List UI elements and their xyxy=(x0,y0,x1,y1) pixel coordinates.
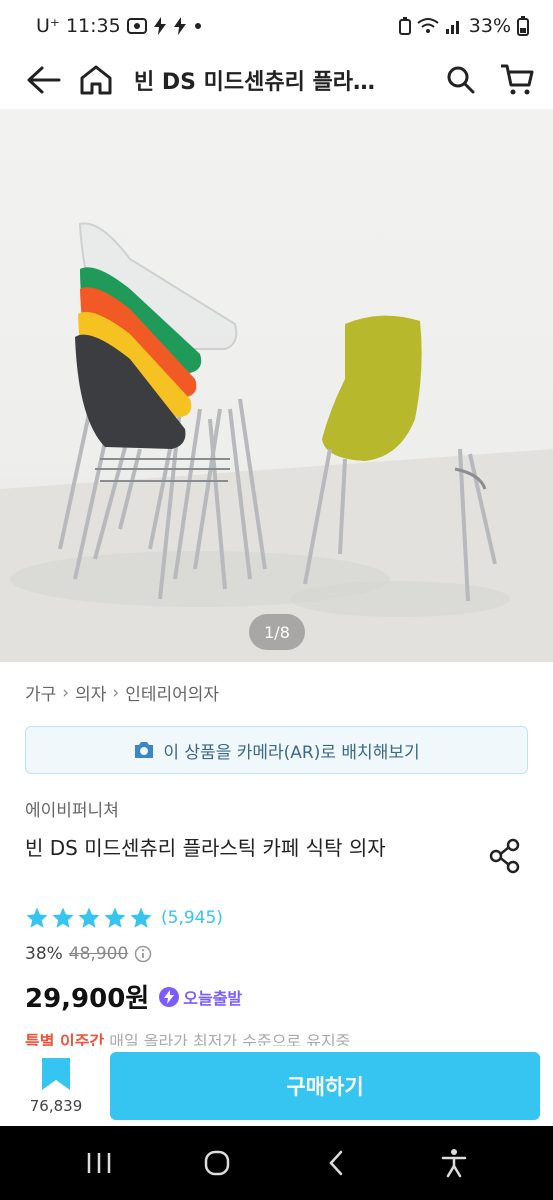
buy-button[interactable]: 구매하기 xyxy=(110,1052,540,1120)
cart-button[interactable] xyxy=(495,58,539,102)
camera-icon xyxy=(135,742,154,758)
status-bar: U⁺ 11:35 33% xyxy=(0,0,553,52)
sale-price: 29,900원 xyxy=(25,984,150,1014)
chevron-right-icon: › xyxy=(62,682,70,703)
bolt-notification-icon-2 xyxy=(173,17,187,35)
signal-icon xyxy=(445,17,463,35)
bookmark-button[interactable]: 76,839 xyxy=(24,1057,88,1115)
star-icon xyxy=(26,907,48,928)
rating[interactable]: (5,945) xyxy=(25,906,223,930)
bookmark-icon xyxy=(42,1058,70,1090)
discount-rate: 38% xyxy=(25,944,63,964)
accessibility-button[interactable] xyxy=(424,1133,484,1193)
chevron-right-icon: › xyxy=(112,682,120,703)
back-chevron-icon xyxy=(328,1150,342,1176)
back-nav-button[interactable] xyxy=(306,1133,366,1193)
star-icon xyxy=(130,907,152,928)
review-count[interactable]: (5,945) xyxy=(161,908,223,928)
brand-name[interactable]: 에이비퍼니쳐 xyxy=(25,796,119,821)
share-icon xyxy=(489,838,520,874)
search-icon xyxy=(447,66,475,94)
star-icon xyxy=(78,907,100,928)
bottom-action-bar: 76,839 구매하기 xyxy=(0,1046,553,1126)
back-button[interactable] xyxy=(22,58,66,102)
price-discount-row: 38% 48,900 xyxy=(25,944,152,964)
bookmark-count: 76,839 xyxy=(29,1097,83,1115)
battery-percent: 33% xyxy=(468,15,511,37)
wifi-icon xyxy=(417,17,439,35)
cart-icon xyxy=(501,64,534,95)
promo-banner[interactable]: 특별 이주간 매일 올라가 최저가 수준으로 유지중 xyxy=(25,1028,530,1046)
accessibility-icon xyxy=(441,1149,467,1178)
image-page-indicator: 1/8 xyxy=(249,614,305,650)
info-icon xyxy=(135,945,152,963)
star-icon xyxy=(104,907,126,928)
product-title: 빈 DS 미드센츄리 플라스틱 카페 식탁 의자 xyxy=(25,836,386,860)
product-photo xyxy=(0,222,553,662)
breadcrumb: 가구 › 의자 › 인테리어의자 xyxy=(25,680,219,706)
original-price: 48,900 xyxy=(68,944,129,964)
bolt-notification-icon xyxy=(153,17,167,35)
app-bar: 빈 DS 미드센츄리 플라스틱 카페 식탁 의자 xyxy=(0,52,553,108)
system-navigation-bar xyxy=(0,1126,553,1200)
battery-saver-icon xyxy=(398,17,411,35)
promo-detail: 매일 올라가 최저가 수준으로 유지중 xyxy=(104,1032,351,1046)
clock: 11:35 xyxy=(65,15,121,37)
home-nav-button[interactable] xyxy=(187,1133,247,1193)
ar-button-label: 이 상품을 카메라(AR)로 배치해보기 xyxy=(163,742,420,763)
home-icon xyxy=(80,65,112,95)
promo-label: 특별 이주간 xyxy=(25,1032,105,1046)
share-button[interactable] xyxy=(486,836,526,876)
page-title: 빈 DS 미드센츄리 플라스틱 카페 식탁 의자 xyxy=(134,70,384,95)
gallery-notification-icon xyxy=(126,17,147,35)
breadcrumb-item[interactable]: 의자 xyxy=(75,680,106,705)
recent-apps-icon xyxy=(87,1153,111,1173)
back-arrow-icon xyxy=(27,66,61,94)
home-button[interactable] xyxy=(74,58,118,102)
today-delivery-badge: 오늘출발 xyxy=(159,985,242,1009)
product-image-gallery[interactable] xyxy=(0,109,553,662)
star-icon xyxy=(52,907,74,928)
ar-camera-button[interactable]: 이 상품을 카메라(AR)로 배치해보기 xyxy=(25,726,528,774)
price-row: 29,900원 오늘출발 xyxy=(25,978,242,1015)
breadcrumb-item[interactable]: 인테리어의자 xyxy=(125,680,219,705)
more-notifications-dot-icon xyxy=(193,21,203,31)
lightning-icon xyxy=(159,986,180,1007)
carrier-label: U⁺ xyxy=(36,15,60,37)
home-circle-icon xyxy=(205,1150,230,1176)
battery-icon xyxy=(517,16,529,36)
breadcrumb-item[interactable]: 가구 xyxy=(25,680,56,705)
delivery-badge-label: 오늘출발 xyxy=(183,988,243,1008)
recent-apps-button[interactable] xyxy=(69,1133,129,1193)
search-button[interactable] xyxy=(439,58,483,102)
